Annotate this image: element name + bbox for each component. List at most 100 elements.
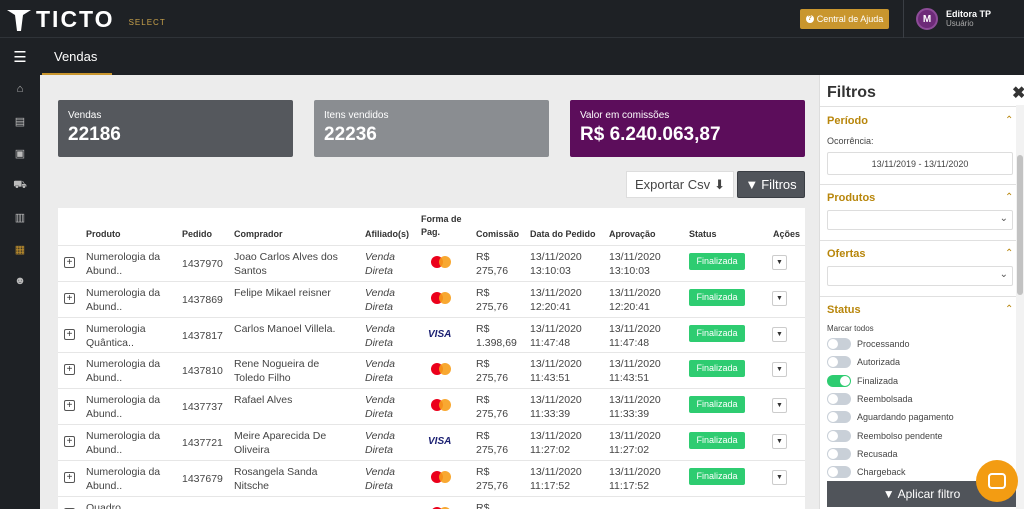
table-row[interactable]: + Numerologia da Abund.. 1437679 Rosangela S… [58, 459, 805, 496]
col-afiliado[interactable]: Afiliado(s) [365, 208, 409, 245]
divider [820, 296, 1016, 297]
col-comissao[interactable]: Comissão [476, 208, 519, 245]
expand-row-icon[interactable]: + [64, 400, 75, 412]
cell-data-pedido-line: 13/11/2020 [530, 394, 582, 407]
user-menu[interactable]: M Editora TP Usuário [903, 0, 991, 38]
scrollbar-thumb[interactable] [1017, 155, 1023, 295]
export-csv-button[interactable]: Exportar Csv ⬇ [626, 171, 734, 198]
status-option: Finalizada [827, 374, 898, 388]
mastercard-icon [431, 291, 451, 304]
cell-comissao: R$ 275,76 [476, 429, 526, 457]
row-actions-dropdown[interactable]: ▼ [772, 255, 787, 270]
table-row[interactable]: + Numerologia da Abund.. 1437737 Rafael Alve… [58, 388, 805, 424]
expand-row-icon[interactable]: + [64, 292, 75, 304]
chevron-up-icon[interactable]: ⌃ [1005, 115, 1013, 126]
col-pedido[interactable]: Pedido [182, 208, 212, 245]
cell-afiliado-line: Direta [365, 408, 394, 421]
cell-aprovacao: 13/11/2020 11:33:39 [609, 393, 684, 421]
status-toggle[interactable] [827, 447, 851, 460]
col-forma-pag[interactable]: Forma de Pag. [421, 208, 471, 245]
section-periodo[interactable]: Período [827, 115, 868, 127]
cell-afiliado: Venda Direta [365, 250, 415, 278]
cell-data-pedido-line: 13/11/2020 [530, 465, 582, 478]
row-actions-dropdown[interactable]: ▼ [772, 290, 787, 306]
chat-icon [988, 473, 1006, 489]
home-icon[interactable]: ⌂ [0, 83, 40, 95]
panel-scrollbar[interactable] [1016, 105, 1024, 509]
section-status[interactable]: Status [827, 304, 861, 316]
table-row[interactable]: + Numerologia da Abund.. 1437810 Rene Noguei… [58, 352, 805, 388]
row-actions-dropdown[interactable]: ▼ [772, 326, 787, 342]
status-toggle[interactable] [827, 356, 851, 369]
chevron-up-icon[interactable]: ⌃ [1005, 248, 1013, 259]
cart-icon[interactable]: ⛟ [0, 179, 40, 193]
chat-button[interactable] [976, 460, 1018, 502]
section-ofertas[interactable]: Ofertas [827, 248, 866, 260]
status-toggle[interactable] [827, 466, 851, 479]
chevron-up-icon[interactable]: ⌃ [1005, 304, 1013, 315]
select-all-link[interactable]: Marcar todos [827, 324, 874, 333]
cell-data-pedido-line: 11:43:51 [530, 372, 571, 385]
status-toggle[interactable] [827, 411, 851, 424]
cell-comissao-line: 275,76 [476, 479, 509, 492]
col-acoes[interactable]: Ações [773, 208, 800, 245]
expand-row-icon[interactable]: + [64, 436, 75, 447]
table-row[interactable]: + Numerologia da Abund.. 1437869 Felipe Mika… [58, 280, 805, 317]
close-icon[interactable]: ✖ [1012, 83, 1024, 103]
date-range-input[interactable]: 13/11/2019 - 13/11/2020 [827, 152, 1013, 175]
chevron-up-icon[interactable]: ⌃ [1005, 192, 1013, 203]
table-row[interactable]: + Numerologia da Abund.. 1437721 Meire Apare… [58, 424, 805, 460]
col-status[interactable]: Status [689, 208, 717, 245]
col-produto[interactable]: Produto [86, 208, 121, 245]
col-comprador[interactable]: Comprador [234, 208, 283, 245]
status-badge: Finalizada [689, 396, 745, 414]
col-data-pedido[interactable]: Data do Pedido [530, 208, 596, 245]
ofertas-select[interactable]: ⌄ [827, 266, 1013, 286]
user-info: Editora TP Usuário [946, 9, 991, 29]
row-actions-dropdown[interactable]: ▼ [772, 362, 787, 378]
status-toggle[interactable] [827, 374, 851, 387]
col-aprovacao[interactable]: Aprovação [609, 208, 656, 245]
table-row[interactable]: + Numerologia Quântica.. 1437817 Carlos Mano… [58, 316, 805, 353]
section-produtos[interactable]: Produtos [827, 192, 875, 204]
tab-vendas[interactable]: Vendas [42, 38, 112, 75]
chart-icon[interactable]: ▥ [0, 211, 40, 224]
cell-afiliado-line: Venda [365, 251, 395, 263]
cell-data-pedido: 13/11/2020 11:47:48 [530, 322, 605, 350]
cell-afiliado-line: Venda [365, 286, 395, 299]
status-toggle[interactable] [827, 429, 851, 442]
money-icon[interactable]: ▣ [0, 147, 40, 160]
cell-pedido: 1437737 [182, 401, 223, 414]
cell-data-pedido-line: 13/11/2020 [530, 322, 582, 335]
cell-data-pedido-line: 11:27:02 [530, 444, 571, 456]
row-actions-dropdown[interactable]: ▼ [772, 434, 787, 449]
funnel-icon: ▼ [745, 177, 759, 192]
expand-row-icon[interactable]: + [64, 328, 75, 340]
status-toggle[interactable] [827, 392, 851, 405]
help-center-button[interactable]: ? Central de Ajuda [800, 9, 889, 29]
menu-toggle-icon[interactable]: ☰ [0, 38, 40, 75]
table-row[interactable]: + Numerologia da Abund.. 1437970 Joao Carlos… [58, 245, 805, 281]
row-actions-dropdown[interactable]: ▼ [772, 398, 787, 414]
status-badge: Finalizada [689, 324, 745, 342]
table-row[interactable]: +QuadroR$ [58, 495, 805, 509]
briefcase-icon[interactable]: ▦ [0, 243, 40, 256]
row-actions-dropdown[interactable]: ▼ [772, 469, 787, 485]
list-icon[interactable]: ▤ [0, 115, 40, 128]
cell-aprovacao-line: 13/11/2020 [609, 286, 661, 299]
sales-table: Produto Pedido Comprador Afiliado(s) For… [58, 208, 805, 509]
expand-row-icon[interactable]: + [64, 471, 75, 483]
cell-produto-line: Numerologia da [86, 286, 161, 299]
produtos-select[interactable]: ⌄ [827, 210, 1013, 230]
users-icon[interactable]: ☻ [0, 275, 40, 287]
cell-aprovacao-line: 13/11/2020 [609, 358, 661, 371]
visa-icon: VISA [428, 328, 452, 340]
status-toggle[interactable] [827, 338, 851, 350]
expand-row-icon[interactable]: + [64, 257, 75, 268]
cell-comprador-line: Felipe Mikael reisner [234, 286, 331, 299]
expand-row-icon[interactable]: + [64, 364, 75, 376]
filters-button[interactable]: ▼ Filtros [737, 171, 805, 198]
cell-comprador-line: Santos [234, 265, 267, 277]
cell-produto-line: Abund.. [86, 300, 123, 313]
logo[interactable]: TICTO SELECT [6, 6, 166, 33]
